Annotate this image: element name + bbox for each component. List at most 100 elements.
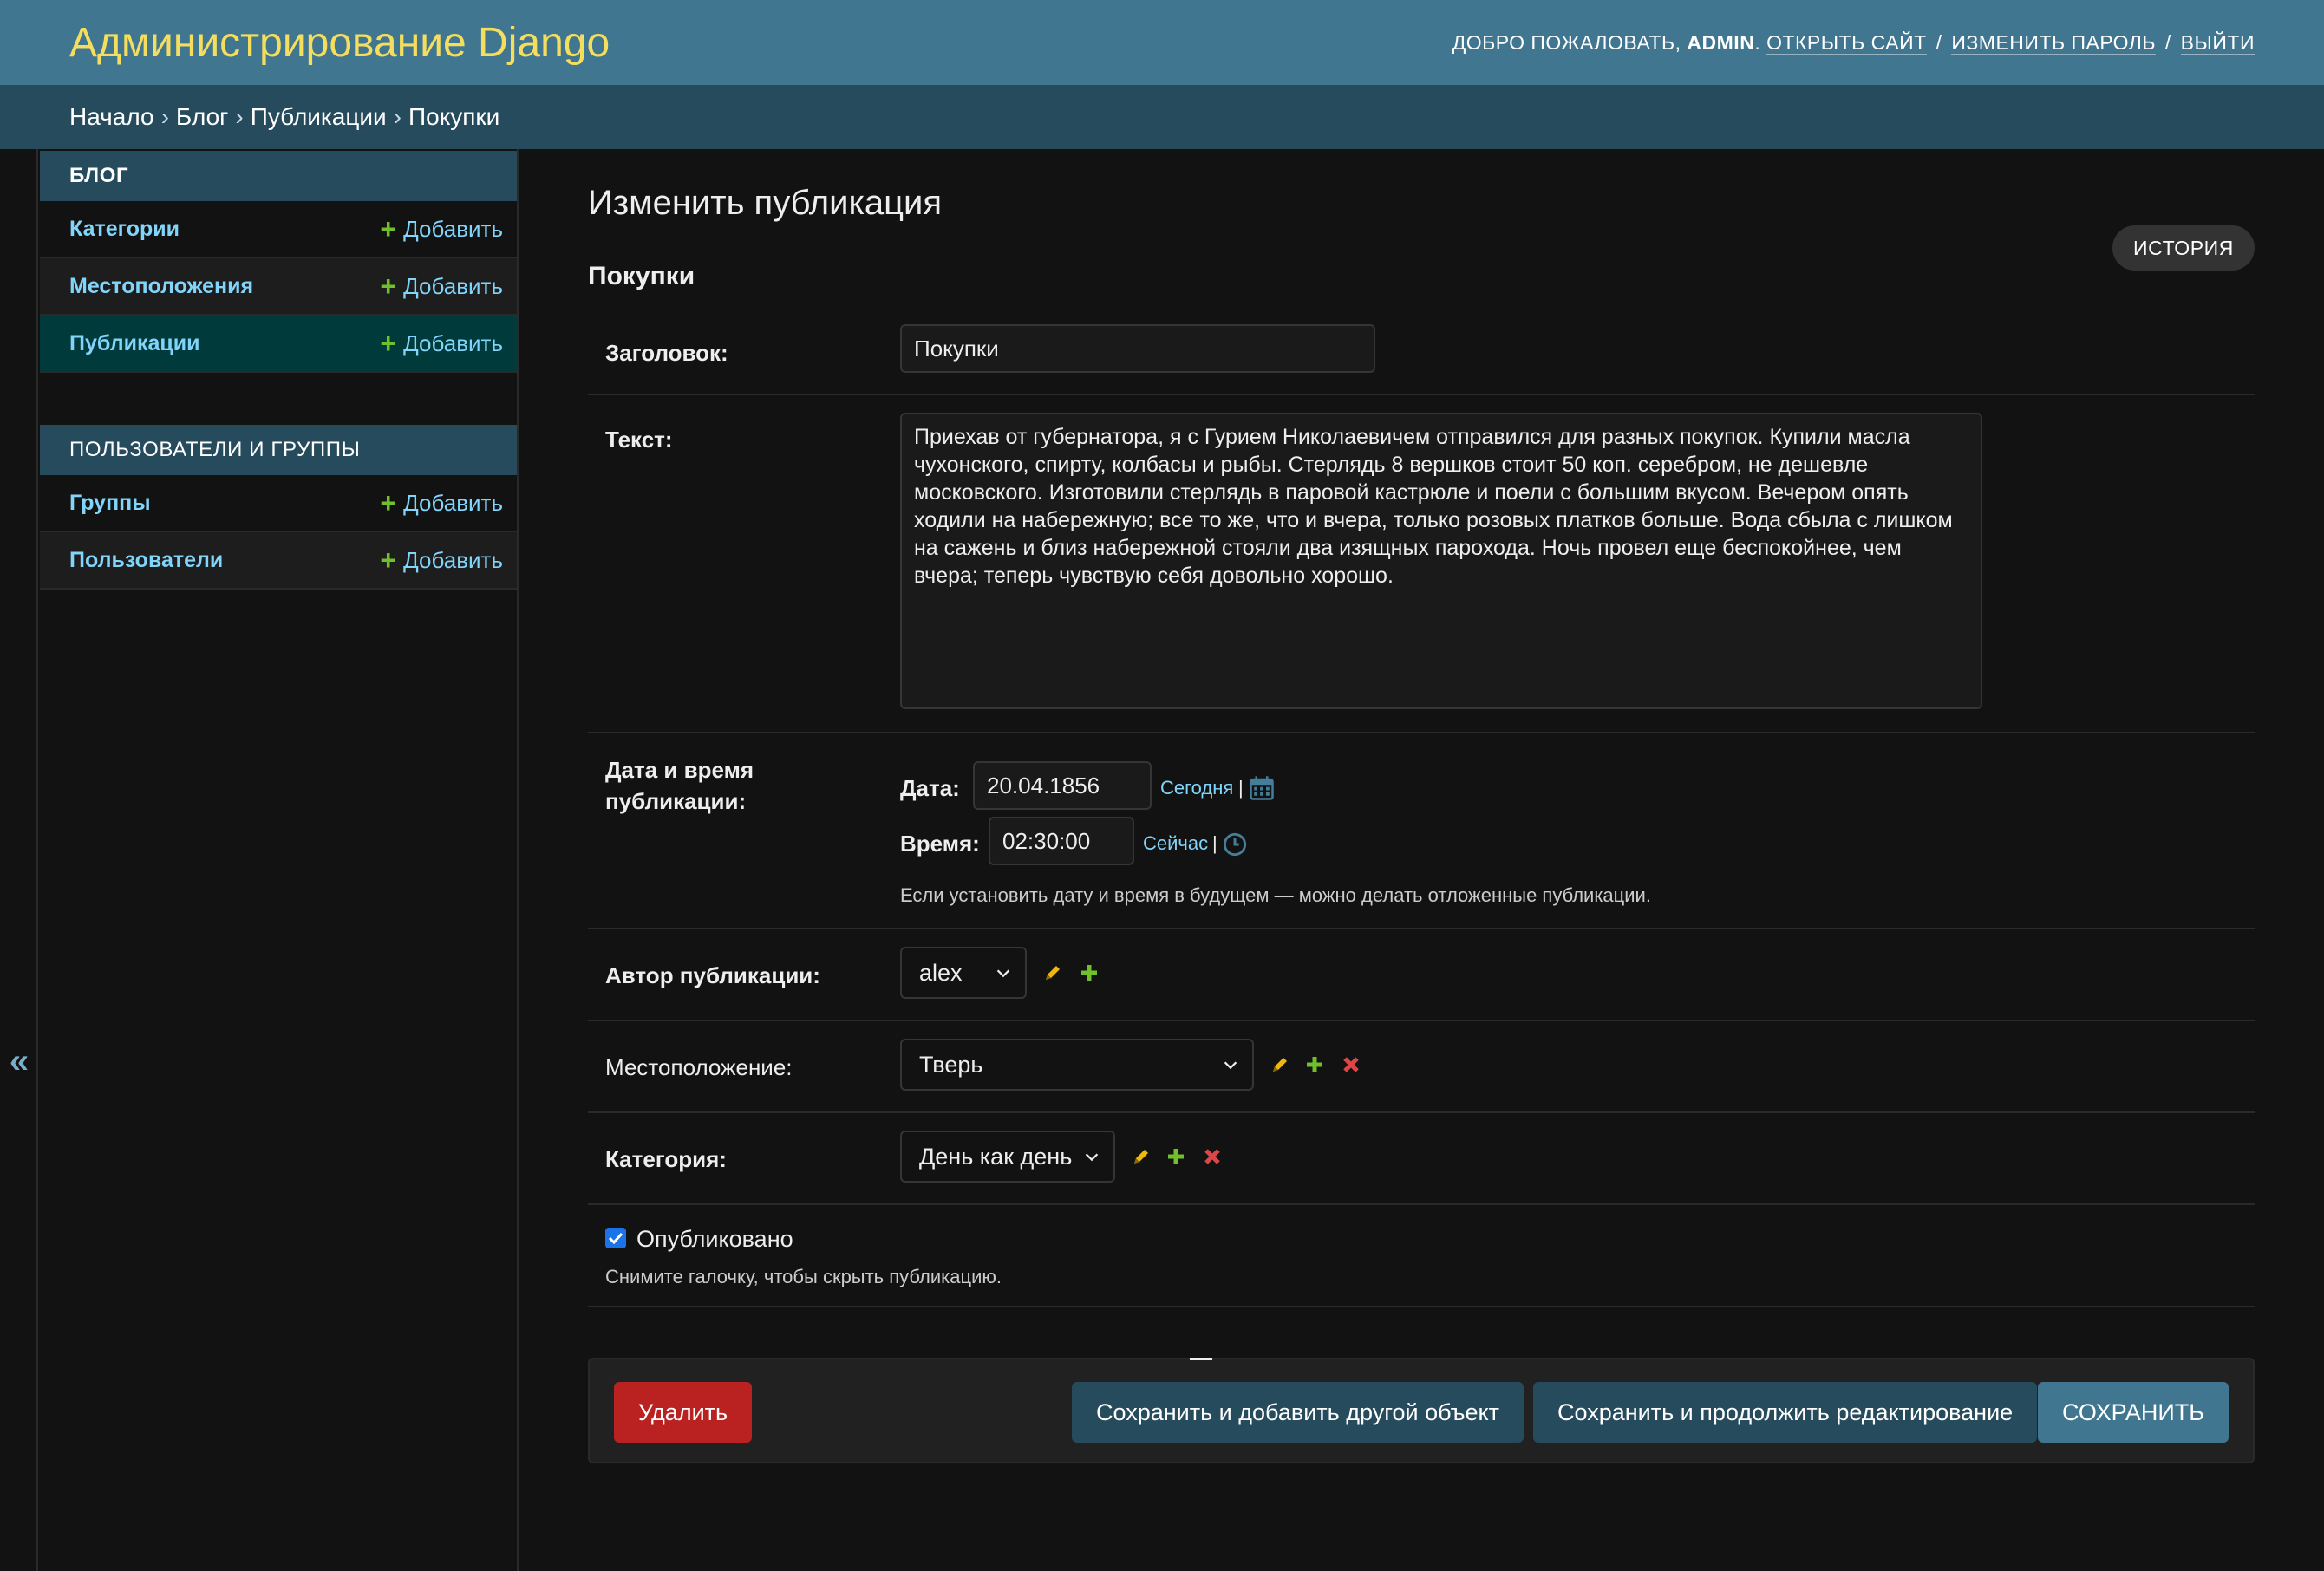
breadcrumb-separator: › <box>160 103 169 130</box>
plus-icon[interactable] <box>1165 1146 1186 1167</box>
object-name: Покупки <box>588 262 695 290</box>
location-select-value: Тверь <box>919 1051 983 1078</box>
add-group-link[interactable]: + Добавить <box>380 489 503 517</box>
title-input[interactable]: Покупки <box>900 324 1375 373</box>
category-select-value: День как день <box>919 1143 1073 1170</box>
username: admin <box>1687 30 1755 54</box>
calendar-icon[interactable] <box>1249 775 1275 801</box>
app-caption-blog[interactable]: Блог <box>40 151 517 201</box>
text-textarea[interactable]: Приехав от губернатора, я с Гурием Никол… <box>900 413 1982 709</box>
header: Администрирование Django Добро пожаловат… <box>0 0 2324 85</box>
time-input[interactable]: 02:30:00 <box>989 817 1134 865</box>
breadcrumb-separator: › <box>393 103 401 130</box>
site-name-link[interactable]: Администрирование Django <box>69 19 610 67</box>
sidebar-item-categories: Категории + Добавить <box>40 201 517 258</box>
author-select-value: alex <box>919 959 963 986</box>
logout-link[interactable]: Выйти <box>2180 30 2255 55</box>
pub-date-help-text: Если установить дату и время в будущем —… <box>900 884 1651 906</box>
sidebar-item-posts: Публикации + Добавить <box>40 316 517 373</box>
plus-icon[interactable] <box>1304 1054 1325 1075</box>
sidebar-item-locations-link[interactable]: Местоположения <box>69 274 253 299</box>
breadcrumb-app[interactable]: Блог <box>176 103 229 131</box>
submit-row: Удалить Сохранить и добавить другой объе… <box>588 1358 2255 1463</box>
page-title: Изменить публикация <box>588 184 942 222</box>
nav-sidebar: Блог Категории + Добавить Местоположения … <box>40 149 519 1571</box>
app-module-auth: Пользователи и группы Группы + Добавить П… <box>40 425 517 590</box>
app-module-blog: Блог Категории + Добавить Местоположения … <box>40 151 517 373</box>
sidebar-item-posts-link[interactable]: Публикации <box>69 331 199 356</box>
breadcrumb-home[interactable]: Начало <box>69 103 154 131</box>
add-location-link[interactable]: + Добавить <box>380 272 503 300</box>
pub-date-label: Дата и время публикации: <box>605 757 754 814</box>
pipe-separator: | <box>1238 777 1244 799</box>
pencil-icon[interactable] <box>1042 962 1063 983</box>
form-row-location: Местоположение: Тверь <box>588 1021 2255 1113</box>
location-select[interactable]: Тверь <box>900 1039 1254 1091</box>
save-and-continue-button[interactable]: Сохранить и продолжить редактирование <box>1533 1382 2038 1443</box>
plus-icon: + <box>380 328 397 359</box>
add-post-link[interactable]: + Добавить <box>380 329 503 357</box>
add-label: Добавить <box>403 272 503 299</box>
chevron-down-icon <box>996 969 1010 978</box>
category-label: Категория: <box>605 1146 727 1172</box>
divider-mark <box>1190 1358 1212 1360</box>
delete-x-icon[interactable] <box>1202 1146 1223 1167</box>
add-category-link[interactable]: + Добавить <box>380 215 503 243</box>
form-row-category: Категория: День как день <box>588 1113 2255 1205</box>
welcome-text: Добро пожаловать, <box>1452 30 1681 54</box>
add-user-link[interactable]: + Добавить <box>380 546 503 574</box>
sidebar-item-locations: Местоположения + Добавить <box>40 258 517 316</box>
pencil-icon[interactable] <box>1270 1054 1290 1075</box>
published-label[interactable]: Опубликовано <box>636 1226 793 1253</box>
plus-icon: + <box>380 544 397 576</box>
sidebar-item-categories-link[interactable]: Категории <box>69 217 180 242</box>
form-row-pub-date: Дата и время публикации: Дата: 20.04.185… <box>588 733 2255 929</box>
category-select[interactable]: День как день <box>900 1131 1115 1183</box>
form-row-text: Текст: Приехав от губернатора, я с Гурие… <box>588 395 2255 733</box>
author-label: Автор публикации: <box>605 962 820 988</box>
now-link[interactable]: Сейчас <box>1143 832 1208 855</box>
add-label: Добавить <box>403 546 503 573</box>
sidebar-toggle-button[interactable]: « <box>0 149 38 1571</box>
delete-x-icon[interactable] <box>1341 1054 1361 1075</box>
pencil-icon[interactable] <box>1131 1146 1152 1167</box>
form-row-title: Заголовок: Покупки <box>588 323 2255 395</box>
breadcrumb-separator: › <box>235 103 244 130</box>
form-row-author: Автор публикации: alex <box>588 929 2255 1021</box>
author-select[interactable]: alex <box>900 947 1027 999</box>
time-label: Время: <box>900 831 980 857</box>
sidebar-item-groups: Группы + Добавить <box>40 475 517 532</box>
plus-icon: + <box>380 213 397 244</box>
add-label: Добавить <box>403 329 503 356</box>
published-checkbox[interactable] <box>605 1228 626 1248</box>
text-label: Текст: <box>605 427 673 453</box>
clock-icon[interactable] <box>1223 832 1247 857</box>
save-and-add-another-button[interactable]: Сохранить и добавить другой объект <box>1072 1382 1524 1443</box>
chevron-down-icon <box>1224 1061 1237 1070</box>
app-caption-auth[interactable]: Пользователи и группы <box>40 425 517 475</box>
location-label: Местоположение: <box>605 1054 793 1080</box>
pipe-separator: | <box>1212 832 1217 854</box>
change-password-link[interactable]: Изменить пароль <box>1951 30 2156 55</box>
today-link[interactable]: Сегодня <box>1160 777 1233 799</box>
breadcrumb-model[interactable]: Публикации <box>251 103 387 131</box>
form-row-is-published: Опубликовано Снимите галочку, чтобы скры… <box>588 1205 2255 1307</box>
history-button[interactable]: История <box>2112 225 2255 271</box>
sidebar-item-users-link[interactable]: Пользователи <box>69 548 223 573</box>
double-chevron-left-icon: « <box>9 1042 29 1080</box>
separator: / <box>2164 30 2171 54</box>
plus-icon[interactable] <box>1079 962 1100 983</box>
delete-button[interactable]: Удалить <box>614 1382 753 1443</box>
plus-icon: + <box>380 487 397 518</box>
save-button[interactable]: Сохранить <box>2037 1382 2229 1443</box>
title-label: Заголовок: <box>605 340 728 366</box>
date-input[interactable]: 20.04.1856 <box>973 761 1152 810</box>
sidebar-item-users: Пользователи + Добавить <box>40 532 517 590</box>
breadcrumb-current: Покупки <box>408 103 500 130</box>
view-site-link[interactable]: Открыть сайт <box>1766 30 1927 55</box>
add-label: Добавить <box>403 489 503 516</box>
chevron-down-icon <box>1085 1153 1099 1162</box>
add-label: Добавить <box>403 215 503 242</box>
sidebar-item-groups-link[interactable]: Группы <box>69 491 151 516</box>
breadcrumb: Начало › Блог › Публикации › Покупки <box>0 85 2324 149</box>
